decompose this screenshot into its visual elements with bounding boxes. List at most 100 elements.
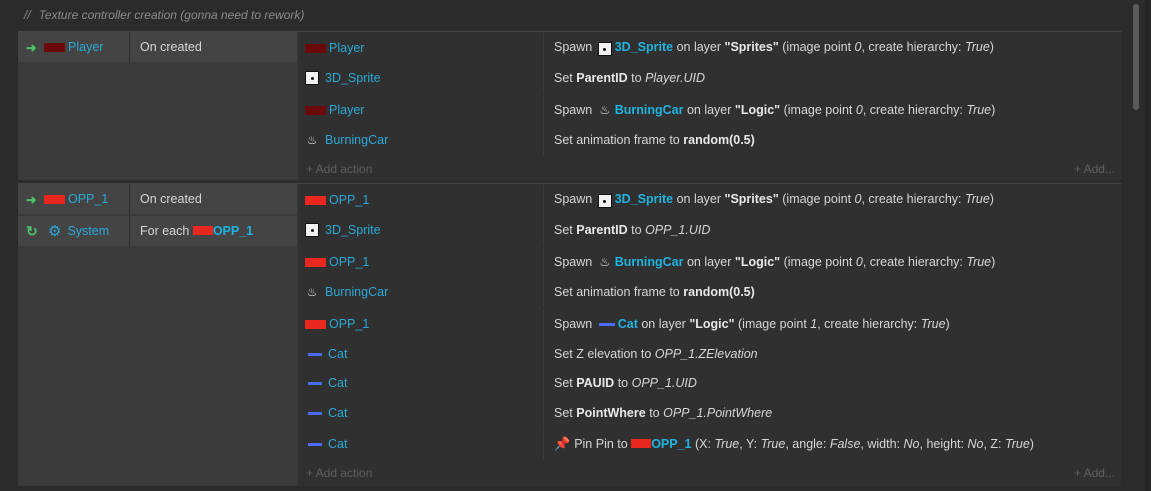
action-object-name: 3D_Sprite [325,71,381,85]
action-object[interactable]: Cat [298,339,544,369]
action-text[interactable]: Spawn ♨ BurningCar on layer "Logic" (imag… [544,103,995,117]
action-object-ref: BurningCar [614,103,684,117]
action-object[interactable]: OPP_1 [298,185,544,215]
action-object[interactable]: Player [298,95,544,125]
action-layer: "Logic" [734,103,781,117]
vertical-scrollbar[interactable] [1131,0,1141,491]
action-phrase: (image point [783,103,853,117]
add-menu-button[interactable]: + Add... [1074,159,1115,179]
action-object[interactable]: ♨ BurningCar [298,125,544,155]
action-object[interactable]: Cat [298,398,544,428]
action-text[interactable]: Set Z elevation to OPP_1.ZElevation [544,347,758,361]
action-phrase: , Y: [739,437,758,451]
action-phrase: (image point [782,39,852,54]
action-row[interactable]: OPP_1 Spawn 3D_Sprite on layer "Sprites"… [298,185,1121,215]
action-object[interactable]: ♨ BurningCar [298,277,544,307]
action-variable: ParentID [576,223,628,237]
condition-object-name: System [67,224,110,238]
action-text[interactable]: Spawn Cat on layer "Logic" (image point … [544,317,950,331]
action-row[interactable]: Cat Set Z elevation to OPP_1.ZElevation [298,339,1121,369]
action-row[interactable]: OPP_1 Spawn Cat on layer "Logic" (image … [298,309,1121,339]
action-value: True [965,191,990,206]
action-row[interactable]: Cat Set PointWhere to OPP_1.PointWhere [298,398,1121,428]
event-block-opp[interactable]: ➜ OPP_1 On created ↻ ⚙ System For each O… [18,183,1121,486]
action-object-name: Cat [328,376,348,390]
action-verb: Spawn [554,39,593,54]
action-row[interactable]: Player Spawn 3D_Sprite on layer "Sprites… [298,33,1121,63]
action-object[interactable]: Cat [298,429,544,459]
condition-text[interactable]: For each OPP_1 [130,224,253,238]
opp-swatch-icon [305,257,326,267]
action-object[interactable]: Cat [298,368,544,398]
add-action-button[interactable]: + Add action [306,159,372,179]
opp-swatch-icon [631,439,652,448]
action-row[interactable]: Player Spawn ♨ BurningCar on layer "Logic… [298,95,1121,125]
action-text[interactable]: Set animation frame to random(0.5) [544,285,755,299]
action-object-name: Cat [328,347,348,361]
condition-object-name: OPP_1 [68,192,109,206]
action-object[interactable]: OPP_1 [298,247,544,277]
add-menu-button[interactable]: + Add... [1074,463,1115,483]
action-text[interactable]: Set PAUID to OPP_1.UID [544,376,697,390]
add-action-button[interactable]: + Add action [306,463,372,483]
event-block-player[interactable]: ➜ Player On created Player Spawn 3D_Spri… [18,31,1121,180]
action-value: No [903,437,920,451]
action-phrase: , height: [919,437,964,451]
action-row[interactable]: 3D_Sprite Set ParentID to OPP_1.UID [298,215,1121,245]
condition-row[interactable]: ➜ OPP_1 On created [18,184,297,214]
action-object-name: Cat [328,437,348,451]
condition-object[interactable]: ➜ OPP_1 [18,184,130,214]
action-layer: "Sprites" [724,39,779,54]
action-row[interactable]: ♨ BurningCar Set animation frame to rand… [298,277,1121,307]
action-phrase: ) [991,103,996,117]
action-text[interactable]: Spawn 3D_Sprite on layer "Sprites" (imag… [544,192,994,209]
action-phrase: on layer [676,39,722,54]
conditions-column: ➜ OPP_1 On created ↻ ⚙ System For each O… [18,184,297,486]
conditions-column: ➜ Player On created [18,32,297,180]
action-row[interactable]: ♨ BurningCar Set animation frame to rand… [298,125,1121,155]
fire-icon: ♨ [599,255,611,269]
action-row[interactable]: OPP_1 Spawn ♨ BurningCar on layer "Logic"… [298,247,1121,277]
action-layer: "Logic" [734,255,781,269]
opp-swatch-icon [305,195,326,205]
action-row[interactable]: Cat Set PAUID to OPP_1.UID [298,368,1121,398]
condition-text[interactable]: On created [130,40,202,54]
action-text[interactable]: Set ParentID to Player.UID [544,71,705,85]
condition-text[interactable]: On created [130,192,202,206]
action-verb: Spawn [554,317,593,331]
action-object[interactable]: 3D_Sprite [298,215,544,245]
action-object-name: BurningCar [325,133,389,147]
action-object[interactable]: Player [298,33,544,63]
condition-object[interactable]: ↻ ⚙ System [18,216,130,246]
action-text[interactable]: 📌 Pin Pin to OPP_1 (X: True, Y: True, ang… [544,436,1034,452]
action-text[interactable]: Set ParentID to OPP_1.UID [544,223,710,237]
action-object-name: Player [329,103,365,117]
action-object[interactable]: 3D_Sprite [298,63,544,93]
comment-prefix: // [24,8,31,22]
action-text[interactable]: Set animation frame to random(0.5) [544,133,755,147]
action-row[interactable]: Cat 📌 Pin Pin to OPP_1 (X: True, Y: True,… [298,429,1121,459]
action-verb: Set [554,223,573,237]
action-verb: Spawn [554,103,593,117]
action-object-name: OPP_1 [329,193,370,207]
action-verb: Spawn [554,255,593,269]
action-text[interactable]: Set PointWhere to OPP_1.PointWhere [544,406,772,420]
action-object[interactable]: OPP_1 [298,309,544,339]
player-swatch-icon [305,43,326,53]
event-comment[interactable]: // Texture controller creation (gonna ne… [0,0,1128,30]
loop-icon: ↻ [26,222,38,239]
action-text[interactable]: Spawn ♨ BurningCar on layer "Logic" (imag… [544,255,995,269]
condition-object[interactable]: ➜ Player [18,32,130,62]
action-row[interactable]: 3D_Sprite Set ParentID to Player.UID [298,63,1121,93]
action-text[interactable]: Spawn 3D_Sprite on layer "Sprites" (imag… [544,40,994,57]
action-phrase: (image point [738,317,807,331]
cat-swatch-icon [308,381,322,385]
scrollbar-thumb[interactable] [1133,4,1139,110]
actions-column: Player Spawn 3D_Sprite on layer "Sprites… [298,32,1121,180]
action-phrase: ) [1029,437,1034,451]
condition-row[interactable]: ↻ ⚙ System For each OPP_1 [18,216,297,246]
action-phrase: ) [991,255,996,269]
action-phrase: ) [989,39,994,54]
action-expression: OPP_1.UID [631,376,697,390]
condition-row[interactable]: ➜ Player On created [18,32,297,62]
